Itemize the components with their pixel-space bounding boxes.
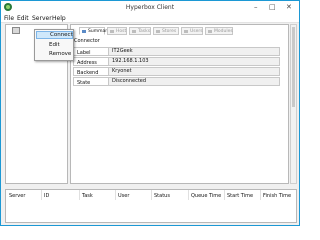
tab-modules[interactable]: Modules: [205, 27, 233, 35]
column-start-time[interactable]: Start Time: [227, 193, 253, 199]
menu-edit[interactable]: Edit: [17, 15, 29, 22]
close-button[interactable]: ✕: [286, 3, 292, 11]
scrollbar-thumb[interactable]: [292, 27, 295, 107]
label-field-value: IT2Geek: [108, 48, 279, 55]
column-task[interactable]: Task: [82, 193, 93, 199]
backend-row: Backend Kryonet: [73, 67, 280, 76]
maximize-button[interactable]: □: [269, 3, 276, 11]
address-field-label: Address: [77, 60, 97, 66]
column-divider[interactable]: [224, 190, 225, 200]
menu-server[interactable]: Server: [32, 15, 52, 22]
context-edit[interactable]: Edit: [36, 41, 73, 49]
task-queue-table: Server ID Task User Status Queue Time St…: [5, 189, 297, 223]
column-divider[interactable]: [188, 190, 189, 200]
state-row: State Disconnected: [73, 77, 280, 86]
column-user[interactable]: User: [118, 193, 129, 199]
server-detail-pane: Summary Host Tasks Stores Users Modules …: [70, 24, 289, 184]
state-field-label: State: [77, 80, 91, 86]
tab-summary[interactable]: Summary: [79, 27, 110, 35]
backend-field-label: Backend: [77, 70, 99, 76]
tab-host[interactable]: Host: [107, 27, 127, 35]
address-row: Address 192.168.1.103: [73, 57, 280, 66]
column-divider[interactable]: [41, 190, 42, 200]
column-divider[interactable]: [115, 190, 116, 200]
server-node-icon[interactable]: [12, 27, 20, 34]
tab-users[interactable]: Users: [181, 27, 203, 35]
state-field-value: Disconnected: [108, 78, 279, 85]
column-divider[interactable]: [260, 190, 261, 200]
column-id[interactable]: ID: [44, 193, 49, 199]
column-status[interactable]: Status: [154, 193, 170, 199]
context-remove[interactable]: Remove: [36, 50, 73, 58]
connector-group-label: Connector: [74, 38, 100, 44]
menu-help[interactable]: Help: [52, 15, 66, 22]
address-field-value: 192.168.1.103: [108, 58, 279, 65]
main-window: Hyperbox Client – □ ✕ File Edit Server H…: [0, 0, 300, 226]
title-bar: Hyperbox Client – □ ✕: [1, 1, 299, 14]
column-finish-time[interactable]: Finish Time: [263, 193, 291, 199]
menu-file[interactable]: File: [4, 15, 14, 22]
label-row: Label IT2Geek: [73, 47, 280, 56]
menu-bar: File Edit Server Help: [1, 14, 299, 23]
column-server[interactable]: Server: [9, 193, 25, 199]
column-queue-time[interactable]: Queue Time: [191, 193, 221, 199]
column-divider[interactable]: [79, 190, 80, 200]
tab-stores[interactable]: Stores: [153, 27, 179, 35]
server-context-menu: Connect Edit Remove: [34, 29, 74, 61]
context-connect[interactable]: Connect: [36, 31, 73, 39]
backend-field-value: Kryonet: [108, 68, 279, 75]
label-field-label: Label: [77, 50, 91, 56]
detail-scrollbar[interactable]: [290, 24, 297, 184]
minimize-button[interactable]: –: [254, 3, 258, 11]
tab-tasks[interactable]: Tasks: [129, 27, 151, 35]
column-divider[interactable]: [151, 190, 152, 200]
